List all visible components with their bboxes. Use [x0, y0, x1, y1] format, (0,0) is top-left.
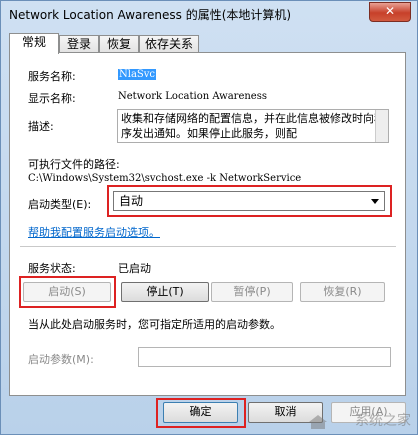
- tab-logon[interactable]: 登录: [59, 35, 99, 52]
- startup-type-select[interactable]: 自动: [113, 191, 385, 211]
- start-params-input[interactable]: [138, 347, 391, 367]
- chevron-down-icon: [371, 199, 379, 204]
- display-name-value[interactable]: Network Location Awareness: [118, 91, 267, 102]
- service-name-value[interactable]: NlaSvc: [118, 69, 157, 80]
- resume-button[interactable]: 恢复(R): [300, 282, 385, 302]
- separator: [20, 246, 396, 247]
- display-name-label: 显示名称:: [28, 92, 76, 105]
- watermark-text: 系统之家: [355, 413, 411, 429]
- startup-type-label: 启动类型(E):: [28, 198, 92, 211]
- stop-button[interactable]: 停止(T): [121, 282, 209, 302]
- ok-button[interactable]: 确定: [163, 402, 238, 423]
- description-textbox[interactable]: 收集和存储网络的配置信息，并在此信息被修改时向程序发出通知。如果停止此服务，则配: [117, 109, 389, 143]
- window-title: Network Location Awareness 的属性(本地计算机): [9, 8, 292, 22]
- startup-type-value: 自动: [119, 194, 144, 208]
- watermark-logo-icon: [309, 415, 327, 429]
- tab-dependencies[interactable]: 依存关系: [139, 35, 199, 52]
- title-bar[interactable]: Network Location Awareness 的属性(本地计算机) ✕: [1, 1, 417, 27]
- general-panel: 服务名称: NlaSvc 显示名称: Network Location Awar…: [9, 52, 406, 396]
- service-name-label: 服务名称:: [28, 70, 76, 83]
- pause-button[interactable]: 暂停(P): [211, 282, 293, 302]
- service-status-label: 服务状态:: [28, 262, 76, 275]
- exe-path-value[interactable]: C:\Windows\System32\svchost.exe -k Netwo…: [28, 173, 301, 184]
- exe-path-label: 可执行文件的路径:: [28, 158, 120, 171]
- tab-general[interactable]: 常规: [9, 33, 59, 54]
- tab-recovery[interactable]: 恢复: [99, 35, 139, 52]
- start-params-hint: 当从此处启动服务时，您可指定所适用的启动参数。: [28, 318, 281, 331]
- start-button[interactable]: 启动(S): [23, 282, 111, 302]
- description-text: 收集和存储网络的配置信息，并在此信息被修改时向程序发出通知。如果停止此服务，则配: [121, 112, 385, 140]
- start-params-label: 启动参数(M):: [28, 353, 94, 366]
- description-label: 描述:: [28, 120, 54, 133]
- help-startup-link[interactable]: 帮助我配置服务启动选项。: [28, 224, 160, 240]
- description-scrollbar[interactable]: [375, 110, 388, 142]
- service-properties-dialog: Network Location Awareness 的属性(本地计算机) ✕ …: [0, 0, 418, 435]
- close-button[interactable]: ✕: [369, 2, 411, 22]
- service-status-value: 已启动: [118, 262, 151, 275]
